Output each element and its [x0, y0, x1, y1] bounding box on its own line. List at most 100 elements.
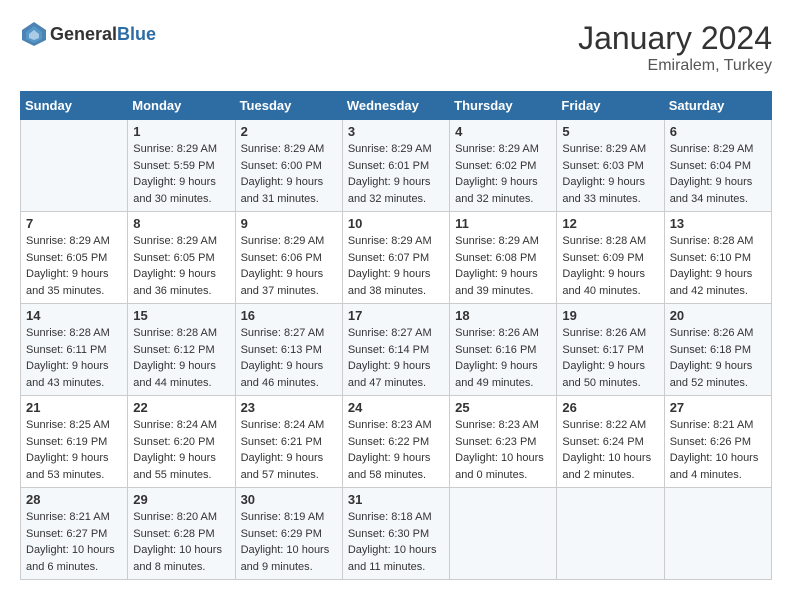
day-cell: 17Sunrise: 8:27 AMSunset: 6:14 PMDayligh… [342, 304, 449, 396]
daylight-text: Daylight: 9 hours and 43 minutes. [26, 360, 109, 389]
day-number: 1 [133, 124, 229, 139]
day-number: 2 [241, 124, 337, 139]
day-cell: 26Sunrise: 8:22 AMSunset: 6:24 PMDayligh… [557, 396, 664, 488]
sunset-text: Sunset: 6:07 PM [348, 252, 429, 264]
sunrise-text: Sunrise: 8:29 AM [26, 235, 110, 247]
sunrise-text: Sunrise: 8:20 AM [133, 511, 217, 523]
sunset-text: Sunset: 6:23 PM [455, 436, 536, 448]
daylight-text: Daylight: 9 hours and 47 minutes. [348, 360, 431, 389]
day-cell: 9Sunrise: 8:29 AMSunset: 6:06 PMDaylight… [235, 212, 342, 304]
sunset-text: Sunset: 6:04 PM [670, 160, 751, 172]
day-number: 5 [562, 124, 658, 139]
sunset-text: Sunset: 6:19 PM [26, 436, 107, 448]
day-number: 7 [26, 216, 122, 231]
daylight-text: Daylight: 9 hours and 52 minutes. [670, 360, 753, 389]
daylight-text: Daylight: 9 hours and 57 minutes. [241, 452, 324, 481]
daylight-text: Daylight: 10 hours and 8 minutes. [133, 544, 222, 573]
col-header-monday: Monday [128, 92, 235, 120]
daylight-text: Daylight: 9 hours and 34 minutes. [670, 176, 753, 205]
day-cell [557, 488, 664, 580]
location-title: Emiralem, Turkey [578, 57, 772, 75]
day-cell: 29 Sunrise: 8:20 AM Sunset: 6:28 PM Dayligh… [128, 488, 235, 580]
cell-info: Sunrise: 8:29 AMSunset: 6:03 PMDaylight:… [562, 141, 658, 207]
day-cell: 14Sunrise: 8:28 AMSunset: 6:11 PMDayligh… [21, 304, 128, 396]
daylight-text: Daylight: 9 hours and 42 minutes. [670, 268, 753, 297]
logo-general: General [50, 24, 117, 44]
day-cell: 13Sunrise: 8:28 AMSunset: 6:10 PMDayligh… [664, 212, 771, 304]
day-cell: 22Sunrise: 8:24 AMSunset: 6:20 PMDayligh… [128, 396, 235, 488]
sunrise-text: Sunrise: 8:18 AM [348, 511, 432, 523]
sunset-text: Sunset: 6:05 PM [26, 252, 107, 264]
cell-info: Sunrise: 8:23 AMSunset: 6:22 PMDaylight:… [348, 417, 444, 483]
sunset-text: Sunset: 6:13 PM [241, 344, 322, 356]
sunset-text: Sunset: 6:28 PM [133, 528, 214, 540]
calendar-header-row: SundayMondayTuesdayWednesdayThursdayFrid… [21, 92, 772, 120]
cell-info: Sunrise: 8:29 AMSunset: 6:05 PMDaylight:… [26, 233, 122, 299]
week-row-2: 7 Sunrise: 8:29 AM Sunset: 6:05 PM Daylight… [21, 212, 772, 304]
cell-info: Sunrise: 8:28 AMSunset: 6:12 PMDaylight:… [133, 325, 229, 391]
day-number: 22 [133, 400, 229, 415]
sunset-text: Sunset: 6:02 PM [455, 160, 536, 172]
week-row-5: 28 Sunrise: 8:21 AMSunset: 6:27 PMDayligh… [21, 488, 772, 580]
daylight-text: Daylight: 9 hours and 38 minutes. [348, 268, 431, 297]
daylight-text: Daylight: 9 hours and 53 minutes. [26, 452, 109, 481]
daylight-text: Daylight: 9 hours and 33 minutes. [562, 176, 645, 205]
day-number: 24 [348, 400, 444, 415]
day-number: 19 [562, 308, 658, 323]
day-cell: 19Sunrise: 8:26 AMSunset: 6:17 PMDayligh… [557, 304, 664, 396]
day-cell: 25Sunrise: 8:23 AMSunset: 6:23 PMDayligh… [450, 396, 557, 488]
day-cell: 23Sunrise: 8:24 AMSunset: 6:21 PMDayligh… [235, 396, 342, 488]
cell-info: Sunrise: 8:22 AMSunset: 6:24 PMDaylight:… [562, 417, 658, 483]
day-number: 18 [455, 308, 551, 323]
day-cell: 8Sunrise: 8:29 AMSunset: 6:05 PMDaylight… [128, 212, 235, 304]
day-number: 17 [348, 308, 444, 323]
daylight-text: Daylight: 9 hours and 46 minutes. [241, 360, 324, 389]
sunset-text: Sunset: 6:00 PM [241, 160, 322, 172]
day-number: 25 [455, 400, 551, 415]
sunset-text: Sunset: 6:10 PM [670, 252, 751, 264]
cell-info: Sunrise: 8:29 AMSunset: 6:08 PMDaylight:… [455, 233, 551, 299]
cell-info: Sunrise: 8:26 AMSunset: 6:18 PMDaylight:… [670, 325, 766, 391]
cell-info: Sunrise: 8:21 AMSunset: 6:27 PMDaylight:… [26, 509, 122, 575]
daylight-text: Daylight: 10 hours and 9 minutes. [241, 544, 330, 573]
sunrise-text: Sunrise: 8:21 AM [670, 419, 754, 431]
sunrise-text: Sunrise: 8:29 AM [455, 235, 539, 247]
sunset-text: Sunset: 5:59 PM [133, 160, 214, 172]
day-number: 29 [133, 492, 229, 507]
sunset-text: Sunset: 6:24 PM [562, 436, 643, 448]
cell-info: Sunrise: 8:29 AMSunset: 6:07 PMDaylight:… [348, 233, 444, 299]
cell-info: Sunrise: 8:27 AMSunset: 6:13 PMDaylight:… [241, 325, 337, 391]
cell-info: Sunrise: 8:21 AMSunset: 6:26 PMDaylight:… [670, 417, 766, 483]
day-cell: 6Sunrise: 8:29 AMSunset: 6:04 PMDaylight… [664, 120, 771, 212]
page-header: GeneralBlue January 2024 Emiralem, Turke… [20, 20, 772, 75]
sunrise-text: Sunrise: 8:29 AM [133, 235, 217, 247]
day-number: 21 [26, 400, 122, 415]
day-cell: 15Sunrise: 8:28 AMSunset: 6:12 PMDayligh… [128, 304, 235, 396]
sunset-text: Sunset: 6:27 PM [26, 528, 107, 540]
day-cell: 1Sunrise: 8:29 AMSunset: 5:59 PMDaylight… [128, 120, 235, 212]
day-cell: 18Sunrise: 8:26 AMSunset: 6:16 PMDayligh… [450, 304, 557, 396]
sunrise-text: Sunrise: 8:28 AM [670, 235, 754, 247]
sunset-text: Sunset: 6:05 PM [133, 252, 214, 264]
col-header-saturday: Saturday [664, 92, 771, 120]
day-cell: 28 Sunrise: 8:21 AMSunset: 6:27 PMDayligh… [21, 488, 128, 580]
day-cell: 5 Sunrise: 8:29 AMSunset: 6:03 PMDaylight… [557, 120, 664, 212]
sunset-text: Sunset: 6:18 PM [670, 344, 751, 356]
daylight-text: Daylight: 9 hours and 40 minutes. [562, 268, 645, 297]
day-number: 27 [670, 400, 766, 415]
sunset-text: Sunset: 6:14 PM [348, 344, 429, 356]
sunrise-text: Sunrise: 8:29 AM [670, 143, 754, 155]
day-number: 10 [348, 216, 444, 231]
sunset-text: Sunset: 6:21 PM [241, 436, 322, 448]
day-number: 9 [241, 216, 337, 231]
day-number: 28 [26, 492, 122, 507]
week-row-1: 1 Sunrise: 8:29 AM Sunset: 5:59 PM Daylight… [21, 120, 772, 212]
day-cell [664, 488, 771, 580]
week-row-4: 21Sunrise: 8:25 AMSunset: 6:19 PMDayligh… [21, 396, 772, 488]
day-cell: 21Sunrise: 8:25 AMSunset: 6:19 PMDayligh… [21, 396, 128, 488]
col-header-thursday: Thursday [450, 92, 557, 120]
day-number: 12 [562, 216, 658, 231]
daylight-text: Daylight: 9 hours and 49 minutes. [455, 360, 538, 389]
day-cell: 30Sunrise: 8:19 AMSunset: 6:29 PMDayligh… [235, 488, 342, 580]
logo-icon [20, 20, 48, 48]
